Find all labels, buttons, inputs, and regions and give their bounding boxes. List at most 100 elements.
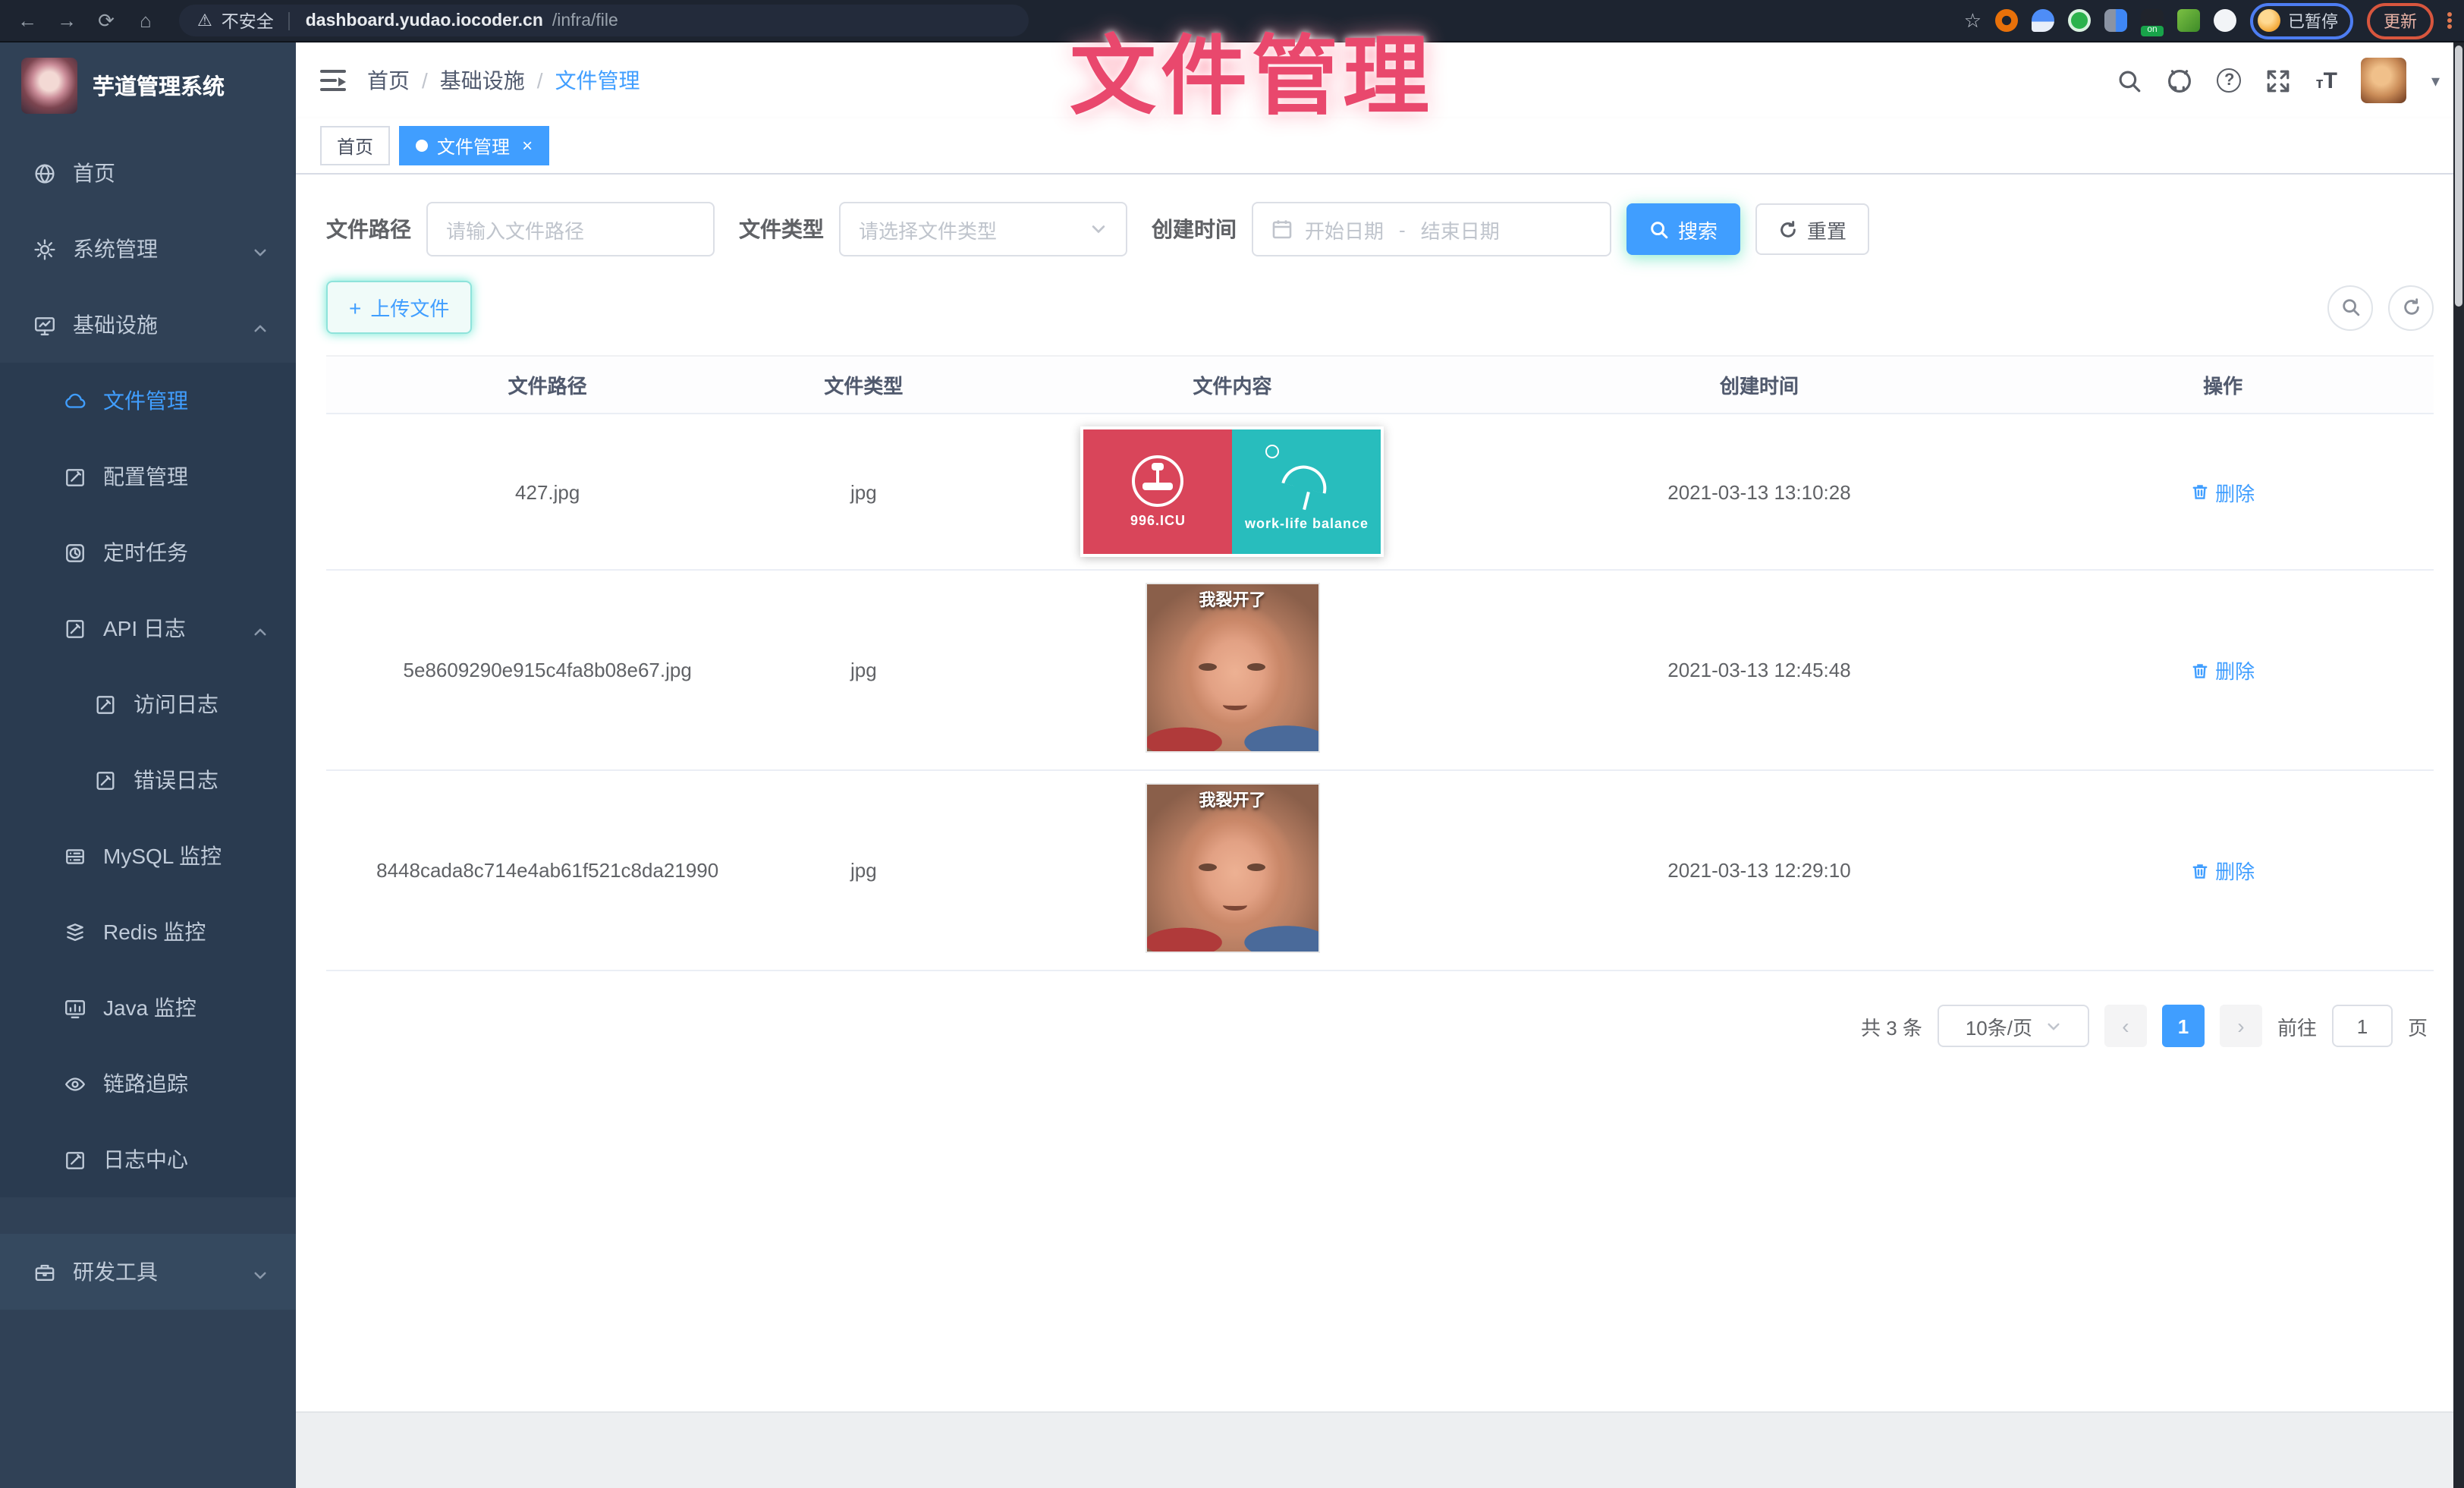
breadcrumb-item[interactable]: 基础设施 [440, 65, 525, 96]
file-path-placeholder: 请输入文件路径 [446, 215, 584, 244]
sidebar-item-链路追踪[interactable]: 链路追踪 [0, 1046, 296, 1122]
cell-create-time: 2021-03-13 12:29:10 [1507, 847, 2013, 894]
sidebar-item-日志中心[interactable]: 日志中心 [0, 1122, 296, 1197]
collapse-sidebar-icon[interactable] [320, 70, 346, 91]
date-range-picker[interactable]: 开始日期 - 结束日期 [1252, 202, 1611, 256]
sidebar-item-API 日志[interactable]: API 日志 [0, 590, 296, 666]
tab-label: 首页 [337, 133, 373, 159]
sidebar-item-Java 监控[interactable]: Java 监控 [0, 970, 296, 1046]
extension-grid-icon[interactable] [2104, 9, 2127, 32]
extensions-puzzle-icon[interactable] [2214, 9, 2236, 32]
close-tab-icon[interactable]: × [522, 135, 533, 156]
search-icon[interactable] [2117, 68, 2143, 93]
page-content: 文件路径 请输入文件路径 文件类型 请选择文件类型 创建时间 开始日期 [296, 175, 2464, 1411]
next-page-button[interactable]: › [2220, 1005, 2262, 1047]
user-avatar[interactable] [2362, 58, 2407, 103]
navbar-actions: ? тT ▾ [2117, 58, 2440, 103]
sidebar-item-首页[interactable]: 首页 [0, 135, 296, 211]
reset-button[interactable]: 重置 [1755, 203, 1869, 255]
help-icon[interactable]: ? [2217, 68, 2242, 93]
avatar-dropdown-caret-icon[interactable]: ▾ [2431, 71, 2440, 90]
extension-icon[interactable] [1995, 9, 2018, 32]
file-thumbnail-baby-meme[interactable]: 我裂开了 [1146, 583, 1320, 753]
current-page-button[interactable]: 1 [2162, 1005, 2205, 1047]
file-path-input[interactable]: 请输入文件路径 [426, 202, 715, 256]
sidebar-item-label: Java 监控 [103, 993, 196, 1023]
gear-icon [33, 238, 56, 260]
toggle-search-button[interactable] [2327, 285, 2373, 330]
page-size-select[interactable]: 10条/页 [1938, 1005, 2089, 1047]
file-thumbnail-996icu[interactable]: 996.ICUwork-life balance [1081, 426, 1384, 557]
extension-icon[interactable] [2068, 9, 2091, 32]
breadcrumb-item[interactable]: 首页 [367, 65, 410, 96]
plus-icon: + [349, 295, 361, 319]
refresh-table-button[interactable] [2388, 285, 2434, 330]
sidebar-item-定时任务[interactable]: 定时任务 [0, 514, 296, 590]
cell-file-type: jpg [768, 847, 958, 894]
sidebar-item-label: 文件管理 [103, 385, 188, 416]
browser-reload-icon[interactable]: ⟳ [91, 8, 121, 33]
sidebar-item-系统管理[interactable]: 系统管理 [0, 211, 296, 287]
delete-button[interactable]: 删除 [2191, 656, 2255, 684]
file-type-placeholder: 请选择文件类型 [859, 215, 997, 244]
extension-icon[interactable] [2177, 9, 2200, 32]
delete-button[interactable]: 删除 [2191, 856, 2255, 885]
tab-文件管理[interactable]: 文件管理× [399, 126, 549, 165]
browser-back-icon[interactable]: ← [12, 9, 42, 32]
sidebar-logo-row[interactable]: 芋道管理系统 [0, 42, 296, 135]
sidebar-item-研发工具[interactable]: 研发工具 [0, 1234, 296, 1310]
scrollbar[interactable] [2453, 42, 2464, 1488]
browser-home-icon[interactable]: ⌂ [130, 9, 161, 32]
fullscreen-icon[interactable] [2266, 68, 2292, 93]
extension-icon[interactable]: on [2141, 9, 2164, 32]
sidebar-item-MySQL 监控[interactable]: MySQL 监控 [0, 818, 296, 894]
file-table: 文件路径文件类型文件内容创建时间操作 427.jpgjpg996.ICUwork… [326, 355, 2434, 971]
cell-create-time: 2021-03-13 12:45:48 [1507, 646, 2013, 694]
sidebar-item-基础设施[interactable]: 基础设施 [0, 287, 296, 363]
address-divider [289, 11, 291, 30]
sidebar-item-访问日志[interactable]: 访问日志 [0, 666, 296, 742]
extension-pin-icon[interactable] [2032, 9, 2054, 32]
cell-actions: 删除 [2012, 643, 2434, 697]
home-icon [33, 162, 56, 184]
column-header-操作: 操作 [2012, 357, 2434, 413]
security-label: 不安全 [222, 8, 274, 33]
active-tab-dot-icon [416, 140, 428, 152]
tab-首页[interactable]: 首页 [320, 126, 390, 165]
edit-icon [64, 465, 86, 488]
banner-left-panel: 996.ICU [1084, 429, 1233, 554]
font-size-icon[interactable]: тT [2316, 68, 2337, 93]
cell-create-time: 2021-03-13 13:10:28 [1507, 468, 2013, 515]
sidebar-item-文件管理[interactable]: 文件管理 [0, 363, 296, 439]
sidebar-item-label: 基础设施 [73, 310, 158, 340]
file-thumbnail-baby-meme[interactable]: 我裂开了 [1146, 783, 1320, 953]
address-bar[interactable]: ⚠ 不安全 dashboard.yudao.iocoder.cn/infra/f… [179, 5, 1029, 36]
extension-on-badge: on [2141, 26, 2164, 36]
chevron-down-icon [252, 1263, 269, 1280]
recorder-paused-pill[interactable]: 已暂停 [2250, 2, 2353, 39]
file-type-select[interactable]: 请选择文件类型 [839, 202, 1127, 256]
sidebar-item-label: 错误日志 [134, 765, 218, 795]
goto-page-input[interactable]: 1 [2332, 1005, 2393, 1047]
delete-button[interactable]: 删除 [2191, 477, 2255, 506]
infra-icon [33, 313, 56, 336]
page-unit-label: 页 [2408, 1011, 2428, 1040]
github-icon[interactable] [2167, 68, 2193, 93]
sidebar-item-label: 首页 [73, 158, 115, 188]
column-header-文件类型: 文件类型 [768, 357, 958, 413]
upload-file-button[interactable]: + 上传文件 [326, 281, 472, 334]
prev-page-button[interactable]: ‹ [2104, 1005, 2147, 1047]
search-button[interactable]: 搜索 [1626, 203, 1740, 255]
chrome-update-button[interactable]: 更新 [2367, 2, 2434, 39]
bookmark-star-icon[interactable]: ☆ [1964, 8, 1982, 33]
table-row: 8448cada8c714e4ab61f521c8da21990jpg我裂开了2… [326, 771, 2434, 971]
sidebar-item-配置管理[interactable]: 配置管理 [0, 439, 296, 514]
table-header-row: 文件路径文件类型文件内容创建时间操作 [326, 355, 2434, 414]
app-window: 芋道管理系统 首页系统管理基础设施文件管理配置管理定时任务API 日志访问日志错… [0, 42, 2464, 1488]
browser-menu-icon[interactable] [2447, 12, 2452, 29]
breadcrumb-item[interactable]: 文件管理 [555, 65, 640, 96]
scrollbar-thumb[interactable] [2455, 46, 2462, 307]
browser-forward-icon[interactable]: → [52, 9, 82, 32]
sidebar-item-Redis 监控[interactable]: Redis 监控 [0, 894, 296, 970]
sidebar-item-错误日志[interactable]: 错误日志 [0, 742, 296, 818]
